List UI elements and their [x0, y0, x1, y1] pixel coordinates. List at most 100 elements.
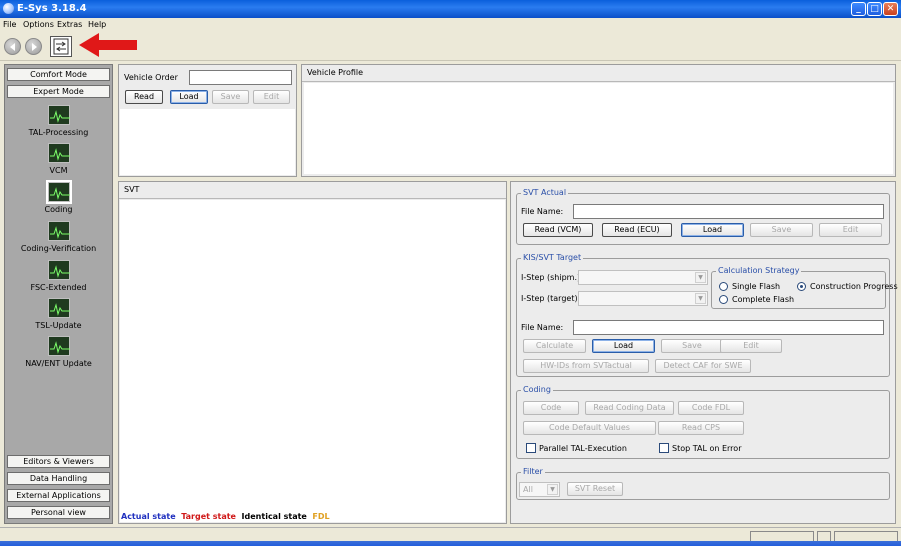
vehicle-order-input[interactable]: [189, 70, 292, 85]
menu-extras[interactable]: Extras: [57, 20, 82, 29]
sidebar-item-coding[interactable]: Coding: [5, 180, 112, 214]
detect-caf-button[interactable]: Detect CAF for SWE: [655, 359, 751, 373]
filter-select[interactable]: All ▼: [519, 482, 560, 497]
filter-select-value: All: [523, 485, 533, 494]
code-fdl-button[interactable]: Code FDL: [678, 401, 744, 415]
editors-viewers-button[interactable]: Editors & Viewers: [7, 455, 110, 468]
kis-save-button[interactable]: Save: [661, 339, 723, 353]
monitor-icon: [47, 221, 70, 241]
svt-actual-group: SVT Actual File Name: Read (VCM) Read (E…: [516, 188, 890, 245]
vehicle-profile-panel: Vehicle Profile: [301, 64, 896, 177]
monitor-icon: [47, 336, 70, 356]
forward-button[interactable]: [25, 38, 42, 55]
sidebar-item-tal-processing[interactable]: TAL-Processing: [5, 105, 112, 137]
svt-actual-file-name-input[interactable]: [573, 204, 884, 219]
vehicle-profile-label: Vehicle Profile: [302, 65, 895, 82]
svt-actual-load-button[interactable]: Load: [681, 223, 744, 237]
calculate-button[interactable]: Calculate: [523, 339, 586, 353]
menu-help[interactable]: Help: [88, 20, 106, 29]
construction-progress-radio[interactable]: [797, 282, 806, 291]
menu-file[interactable]: File: [3, 20, 16, 29]
annotation-arrow-icon: [79, 33, 137, 57]
mode-sidebar: Comfort Mode Expert Mode TAL-Processing …: [4, 64, 113, 524]
data-handling-button[interactable]: Data Handling: [7, 472, 110, 485]
hw-ids-from-svtactual-button[interactable]: HW-IDs from SVTactual: [523, 359, 649, 373]
single-flash-radio[interactable]: [719, 282, 728, 291]
svt-reset-button[interactable]: SVT Reset: [567, 482, 623, 496]
maximize-button[interactable]: □: [867, 2, 882, 16]
sidebar-item-label: VCM: [49, 166, 68, 175]
code-default-values-button[interactable]: Code Default Values: [523, 421, 656, 435]
code-button[interactable]: Code: [523, 401, 579, 415]
istep-shipm-label: I-Step (shipm.):: [521, 273, 583, 282]
vo-load-button[interactable]: Load: [170, 90, 208, 104]
external-applications-button[interactable]: External Applications: [7, 489, 110, 502]
legend-fdl: FDL: [312, 512, 330, 521]
kis-file-name-input[interactable]: [573, 320, 884, 335]
read-cps-button[interactable]: Read CPS: [658, 421, 744, 435]
parallel-tal-checkbox[interactable]: [526, 443, 536, 453]
read-vcm-button[interactable]: Read (VCM): [523, 223, 593, 237]
sidebar-item-label: Coding: [44, 205, 73, 214]
complete-flash-label: Complete Flash: [732, 295, 795, 304]
comfort-mode-button[interactable]: Comfort Mode: [7, 68, 110, 81]
stop-tal-on-error-checkbox[interactable]: [659, 443, 669, 453]
sidebar-item-vcm[interactable]: VCM: [5, 143, 112, 175]
vo-read-button[interactable]: Read: [125, 90, 163, 104]
svt-panel: SVT Actual state Target state Identical …: [118, 181, 507, 524]
svt-actual-edit-button[interactable]: Edit: [819, 223, 882, 237]
svt-tree-area: [120, 200, 505, 522]
vehicle-order-panel: Vehicle Order Read Load Save Edit: [118, 64, 297, 177]
sidebar-item-label: TSL-Update: [35, 321, 82, 330]
kis-edit-button[interactable]: Edit: [720, 339, 782, 353]
sidebar-item-label: Coding-Verification: [20, 244, 97, 253]
window-title: E-Sys 3.18.4: [17, 3, 87, 14]
filter-title: Filter: [521, 467, 545, 476]
read-ecu-button[interactable]: Read (ECU): [602, 223, 672, 237]
sidebar-item-coding-verification[interactable]: Coding-Verification: [5, 221, 112, 253]
vehicle-order-list: [120, 109, 295, 175]
legend-identical-state: Identical state: [241, 512, 307, 521]
complete-flash-radio[interactable]: [719, 295, 728, 304]
vo-edit-button[interactable]: Edit: [253, 90, 290, 104]
connection-switch-button[interactable]: [50, 36, 72, 57]
chevron-down-icon: ▼: [695, 272, 706, 283]
svt-control-panel: SVT Actual File Name: Read (VCM) Read (E…: [510, 181, 898, 524]
monitor-icon: [47, 143, 70, 163]
vehicle-profile-content: [304, 83, 893, 174]
coding-title: Coding: [521, 385, 553, 394]
sidebar-item-label: NAV/ENT Update: [25, 359, 92, 368]
minimize-button[interactable]: _: [851, 2, 866, 16]
sidebar-item-nav-ent-update[interactable]: NAV/ENT Update: [5, 336, 112, 368]
sidebar-item-label: FSC-Extended: [30, 283, 87, 292]
personal-view-button[interactable]: Personal view: [7, 506, 110, 519]
sidebar-item-label: TAL-Processing: [28, 128, 89, 137]
vo-save-button[interactable]: Save: [212, 90, 249, 104]
calc-strategy-title: Calculation Strategy: [716, 266, 802, 275]
close-button[interactable]: ✕: [883, 2, 898, 16]
menu-options[interactable]: Options: [23, 20, 54, 29]
chevron-down-icon: ▼: [547, 484, 558, 495]
back-arrow-icon: [10, 43, 15, 51]
kis-target-title: KIS/SVT Target: [521, 253, 584, 262]
back-button[interactable]: [4, 38, 21, 55]
monitor-icon: [45, 180, 72, 204]
read-coding-data-button[interactable]: Read Coding Data: [585, 401, 674, 415]
connection-switch-icon: [53, 38, 69, 55]
kis-load-button[interactable]: Load: [592, 339, 655, 353]
taskbar-strip: [0, 541, 901, 546]
chevron-down-icon: ▼: [695, 293, 706, 304]
svt-actual-save-button[interactable]: Save: [750, 223, 813, 237]
legend-actual-state: Actual state: [121, 512, 176, 521]
istep-target-select[interactable]: ▼: [578, 291, 708, 306]
sidebar-item-tsl-update[interactable]: TSL-Update: [5, 298, 112, 330]
istep-shipm-select[interactable]: ▼: [578, 270, 708, 285]
forward-arrow-icon: [32, 43, 37, 51]
expert-mode-button[interactable]: Expert Mode: [7, 85, 110, 98]
monitor-icon: [47, 260, 70, 280]
svt-label: SVT: [119, 182, 506, 199]
calc-strategy-group: Calculation Strategy Single Flash Constr…: [711, 266, 898, 309]
sidebar-item-fsc-extended[interactable]: FSC-Extended: [5, 260, 112, 292]
construction-progress-label: Construction Progress: [810, 282, 898, 291]
single-flash-label: Single Flash: [732, 282, 781, 291]
